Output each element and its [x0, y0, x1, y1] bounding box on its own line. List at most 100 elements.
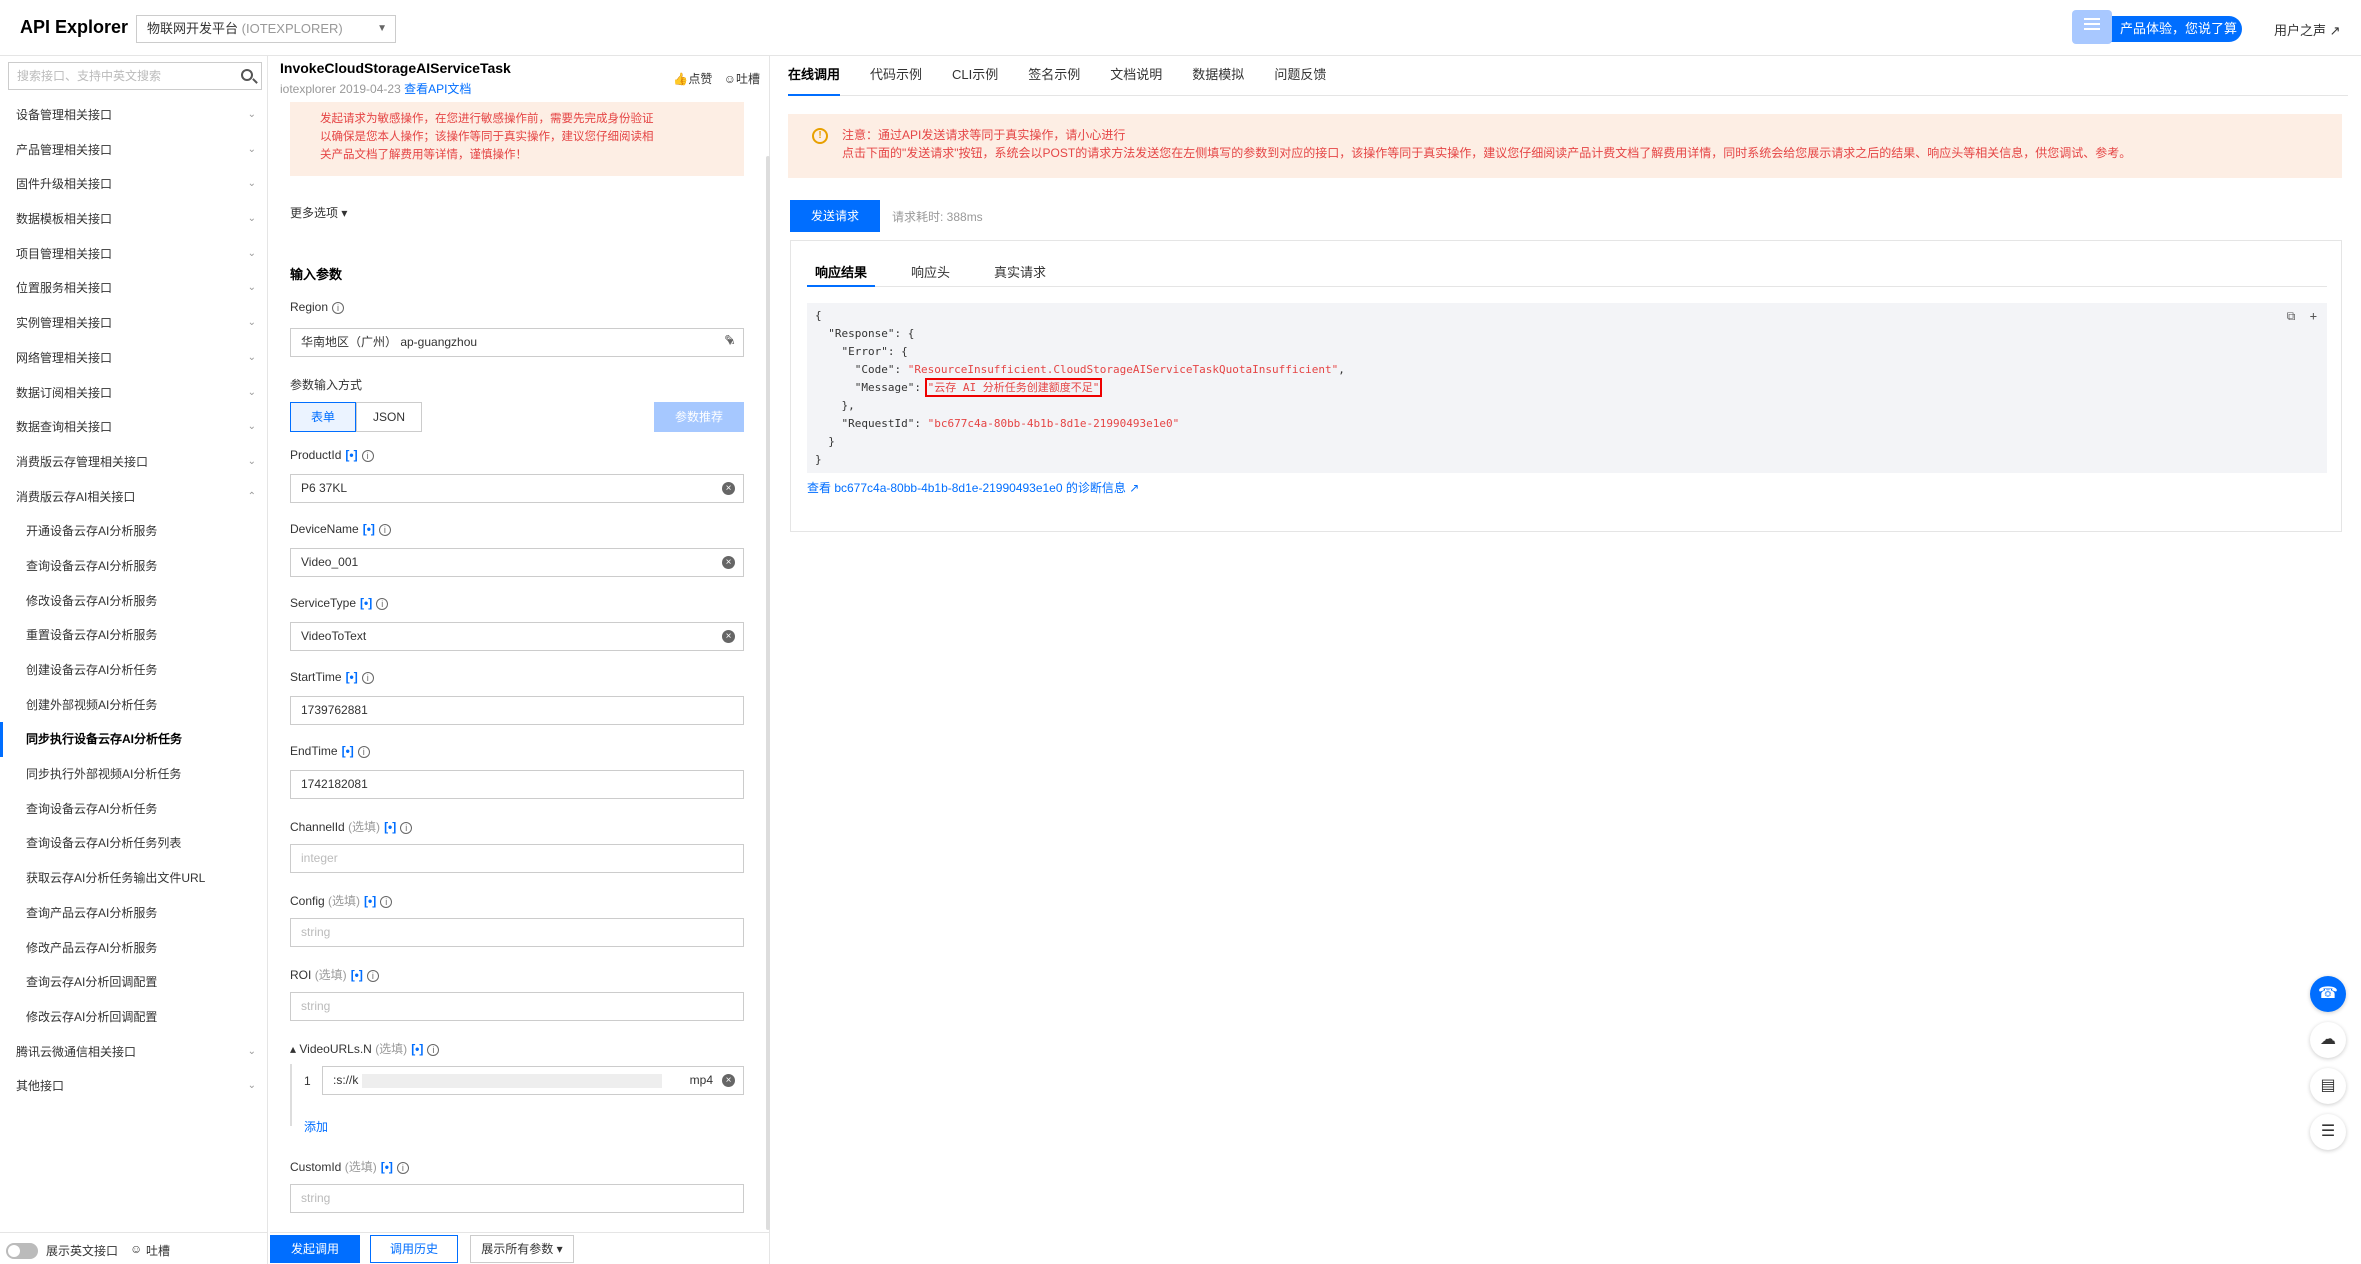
clear-icon[interactable]: × [722, 630, 735, 643]
sidebar-subitem[interactable]: 查询云存AI分析回调配置 [0, 965, 268, 1000]
more-options[interactable]: 更多选项 ▾ [290, 204, 347, 221]
info-icon[interactable]: i [332, 302, 345, 314]
scrollbar[interactable] [766, 156, 770, 1230]
sidebar-subitem-active[interactable]: 同步执行设备云存AI分析任务 [0, 722, 268, 758]
tab-online-call[interactable]: 在线调用 [788, 56, 841, 96]
sidebar-item[interactable]: 网络管理相关接口 ⌄ [0, 341, 268, 376]
param-recommend-button[interactable]: 参数推荐 [654, 402, 744, 432]
sidebar-item-expanded[interactable]: 消费版云存AI相关接口 ⌃ [0, 480, 268, 515]
roi-input[interactable]: string [290, 992, 744, 1021]
tab-code-sample[interactable]: 代码示例 [870, 56, 922, 96]
sidebar-item[interactable]: 设备管理相关接口 ⌄ [0, 98, 268, 133]
sidebar-subitem[interactable]: 修改云存AI分析回调配置 [0, 1000, 268, 1035]
tab-docs[interactable]: 文档说明 [1110, 56, 1162, 96]
sidebar-item[interactable]: 产品管理相关接口 ⌄ [0, 133, 268, 168]
tab-data-mock[interactable]: 数据模拟 [1192, 56, 1244, 96]
smile-icon[interactable]: ☺ [130, 1242, 142, 1256]
tab-real-request[interactable]: 真实请求 [986, 261, 1054, 287]
sidebar-subitem[interactable]: 查询产品云存AI分析服务 [0, 896, 268, 931]
sidebar-item[interactable]: 位置服务相关接口 ⌄ [0, 271, 268, 306]
servicetype-value: VideoToText [301, 629, 367, 643]
channelid-input[interactable]: integer [290, 844, 744, 873]
sidebar-subitem[interactable]: 查询设备云存AI分析任务列表 [0, 826, 268, 861]
sidebar-subitem[interactable]: 查询设备云存AI分析任务 [0, 792, 268, 827]
info-icon[interactable]: i [427, 1044, 440, 1056]
info-icon[interactable]: i [357, 746, 370, 758]
sidebar-subitem[interactable]: 创建外部视频AI分析任务 [0, 688, 268, 723]
sidebar-subitem[interactable]: 开通设备云存AI分析服务 [0, 514, 268, 549]
tab-cli-sample[interactable]: CLI示例 [952, 56, 998, 96]
sidebar-item[interactable]: 数据查询相关接口 ⌄ [0, 410, 268, 445]
videourls-label[interactable]: ▴ VideoURLs.N (选填) [•] i [290, 1040, 440, 1057]
mode-form-button[interactable]: 表单 [290, 402, 356, 432]
info-icon[interactable]: i [366, 970, 379, 982]
sidebar-item[interactable]: 固件升级相关接口 ⌄ [0, 167, 268, 202]
tab-signature-sample[interactable]: 签名示例 [1028, 56, 1080, 96]
promo-button[interactable]: 产品体验，您说了算 [2072, 10, 2242, 44]
add-videourl-link[interactable]: 添加 [304, 1118, 328, 1135]
sidebar-subitem[interactable]: 创建设备云存AI分析任务 [0, 653, 268, 688]
info-icon[interactable]: i [361, 450, 374, 462]
customid-input[interactable]: string [290, 1184, 744, 1213]
info-icon[interactable]: i [380, 896, 393, 908]
config-input[interactable]: string [290, 918, 744, 947]
thumbs-up-icon[interactable]: 👍 [673, 72, 688, 86]
sidebar-subitem[interactable]: 修改产品云存AI分析服务 [0, 931, 268, 966]
submit-button[interactable]: 发起调用 [270, 1235, 360, 1263]
endtime-input[interactable]: 1742182081 [290, 770, 744, 799]
cloud-icon[interactable]: ☁ [2310, 1022, 2346, 1058]
smile-icon[interactable]: ☺ [724, 72, 736, 86]
sidebar-subitem[interactable]: 重置设备云存AI分析服务 [0, 618, 268, 653]
book-icon[interactable]: ▤ [2310, 1068, 2346, 1104]
send-request-button[interactable]: 发送请求 [790, 200, 880, 232]
diagnostic-link[interactable]: 查看 bc677c4a-80bb-4b1b-8d1e-21990493e1e0 … [807, 479, 1139, 496]
sidebar-item[interactable]: 数据订阅相关接口 ⌄ [0, 376, 268, 411]
devicename-input[interactable]: Video_001 × [290, 548, 744, 577]
sidebar-item[interactable]: 消费版云存管理相关接口 ⌄ [0, 445, 268, 480]
mode-json-button[interactable]: JSON [356, 402, 422, 432]
sidebar-subitem[interactable]: 修改设备云存AI分析服务 [0, 584, 268, 619]
edit-icon[interactable]: ✎ [724, 332, 744, 352]
info-icon[interactable]: i [400, 822, 413, 834]
product-select[interactable]: 物联网开发平台 (IOTEXPLORER) ▼ [136, 15, 396, 43]
copy-icon[interactable]: ⧉ [2287, 309, 2296, 323]
info-icon[interactable]: i [396, 1162, 409, 1174]
warning-line: 关产品文档了解费用等详情，谨慎操作！ [320, 149, 527, 161]
clear-icon[interactable]: × [722, 482, 735, 495]
sidebar-item[interactable]: 数据模板相关接口 ⌄ [0, 202, 268, 237]
sidebar-item[interactable]: 实例管理相关接口 ⌄ [0, 306, 268, 341]
info-icon[interactable]: i [376, 598, 389, 610]
sidebar-subitem[interactable]: 获取云存AI分析任务输出文件URL [0, 861, 268, 896]
show-english-toggle[interactable] [6, 1243, 38, 1259]
servicetype-input[interactable]: VideoToText × [290, 622, 744, 651]
list-icon[interactable]: ☰ [2310, 1114, 2346, 1150]
tab-feedback[interactable]: 问题反馈 [1274, 56, 1326, 96]
show-all-params-button[interactable]: 展示所有参数 ▾ [470, 1235, 574, 1263]
complain-button[interactable]: 吐槽 [736, 72, 760, 86]
tab-response-headers[interactable]: 响应头 [903, 261, 958, 287]
customid-label-text: CustomId [290, 1160, 342, 1174]
api-doc-link[interactable]: 查看API文档 [404, 82, 471, 96]
sidebar-item[interactable]: 其他接口 ⌄ [0, 1069, 268, 1104]
search-input[interactable]: 搜索接口、支持中英文搜索 [8, 62, 262, 90]
info-icon[interactable]: i [378, 524, 391, 536]
clear-icon[interactable]: × [722, 1074, 735, 1087]
tab-response-result[interactable]: 响应结果 [807, 261, 876, 287]
search-icon[interactable] [241, 69, 253, 81]
headset-icon[interactable]: ☎ [2310, 976, 2346, 1012]
history-button[interactable]: 调用历史 [370, 1235, 458, 1263]
sidebar-item[interactable]: 腾讯云微通信相关接口 ⌄ [0, 1035, 268, 1070]
videourl-input[interactable]: :s://k mp4 × [322, 1066, 744, 1095]
sidebar-subitem[interactable]: 同步执行外部视频AI分析任务 [0, 757, 268, 792]
productid-input[interactable]: P6 37KL × [290, 474, 744, 503]
user-voice-link[interactable]: 用户之声 ↗ [2274, 20, 2341, 39]
like-button[interactable]: 点赞 [688, 72, 712, 86]
starttime-input[interactable]: 1739762881 [290, 696, 744, 725]
clear-icon[interactable]: × [722, 556, 735, 569]
sidebar-item[interactable]: 项目管理相关接口 ⌄ [0, 237, 268, 272]
sidebar-subitem[interactable]: 查询设备云存AI分析服务 [0, 549, 268, 584]
expand-icon[interactable]: + [2310, 309, 2317, 323]
region-select[interactable]: 华南地区（广州） ap-guangzhou ▼ [290, 328, 744, 357]
feedback-link[interactable]: 吐槽 [146, 1242, 170, 1259]
info-icon[interactable]: i [361, 672, 374, 684]
